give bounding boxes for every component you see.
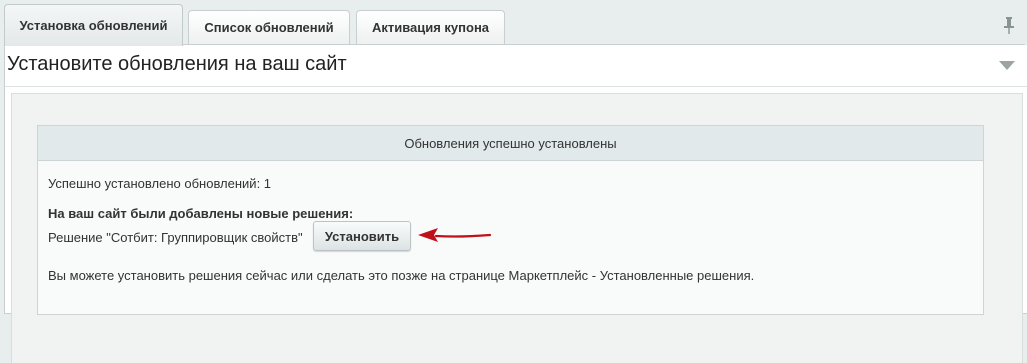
tab-bar: Установка обновлений Список обновлений А… [0,0,1027,46]
tab-label: Список обновлений [204,20,334,35]
panel-title: Установите обновления на ваш сайт [7,53,347,75]
solution-name-text: Решение "Сотбит: Группировщик свойств" [48,230,303,245]
result-box: Обновления успешно установлены Успешно у… [37,125,984,315]
update-panel: Установите обновления на ваш сайт Обновл… [4,44,1027,363]
chevron-down-icon[interactable] [999,61,1015,71]
tab-install-updates[interactable]: Установка обновлений [4,4,183,46]
tab-updates-list[interactable]: Список обновлений [188,10,350,44]
tab-label: Установка обновлений [19,18,168,33]
tab-coupon-activation[interactable]: Активация купона [356,10,505,44]
new-solutions-heading: На ваш сайт были добавлены новые решения… [48,206,354,221]
install-button[interactable]: Установить [313,221,411,251]
tab-label: Активация купона [371,20,490,35]
result-header: Обновления успешно установлены [38,126,983,161]
info-text: Вы можете установить решения сейчас или … [48,268,755,283]
red-arrow-annotation [418,228,492,242]
pin-icon[interactable] [1003,16,1015,34]
panel-header: Установите обновления на ваш сайт [5,45,1027,87]
installed-count-text: Успешно установлено обновлений: 1 [48,176,272,191]
